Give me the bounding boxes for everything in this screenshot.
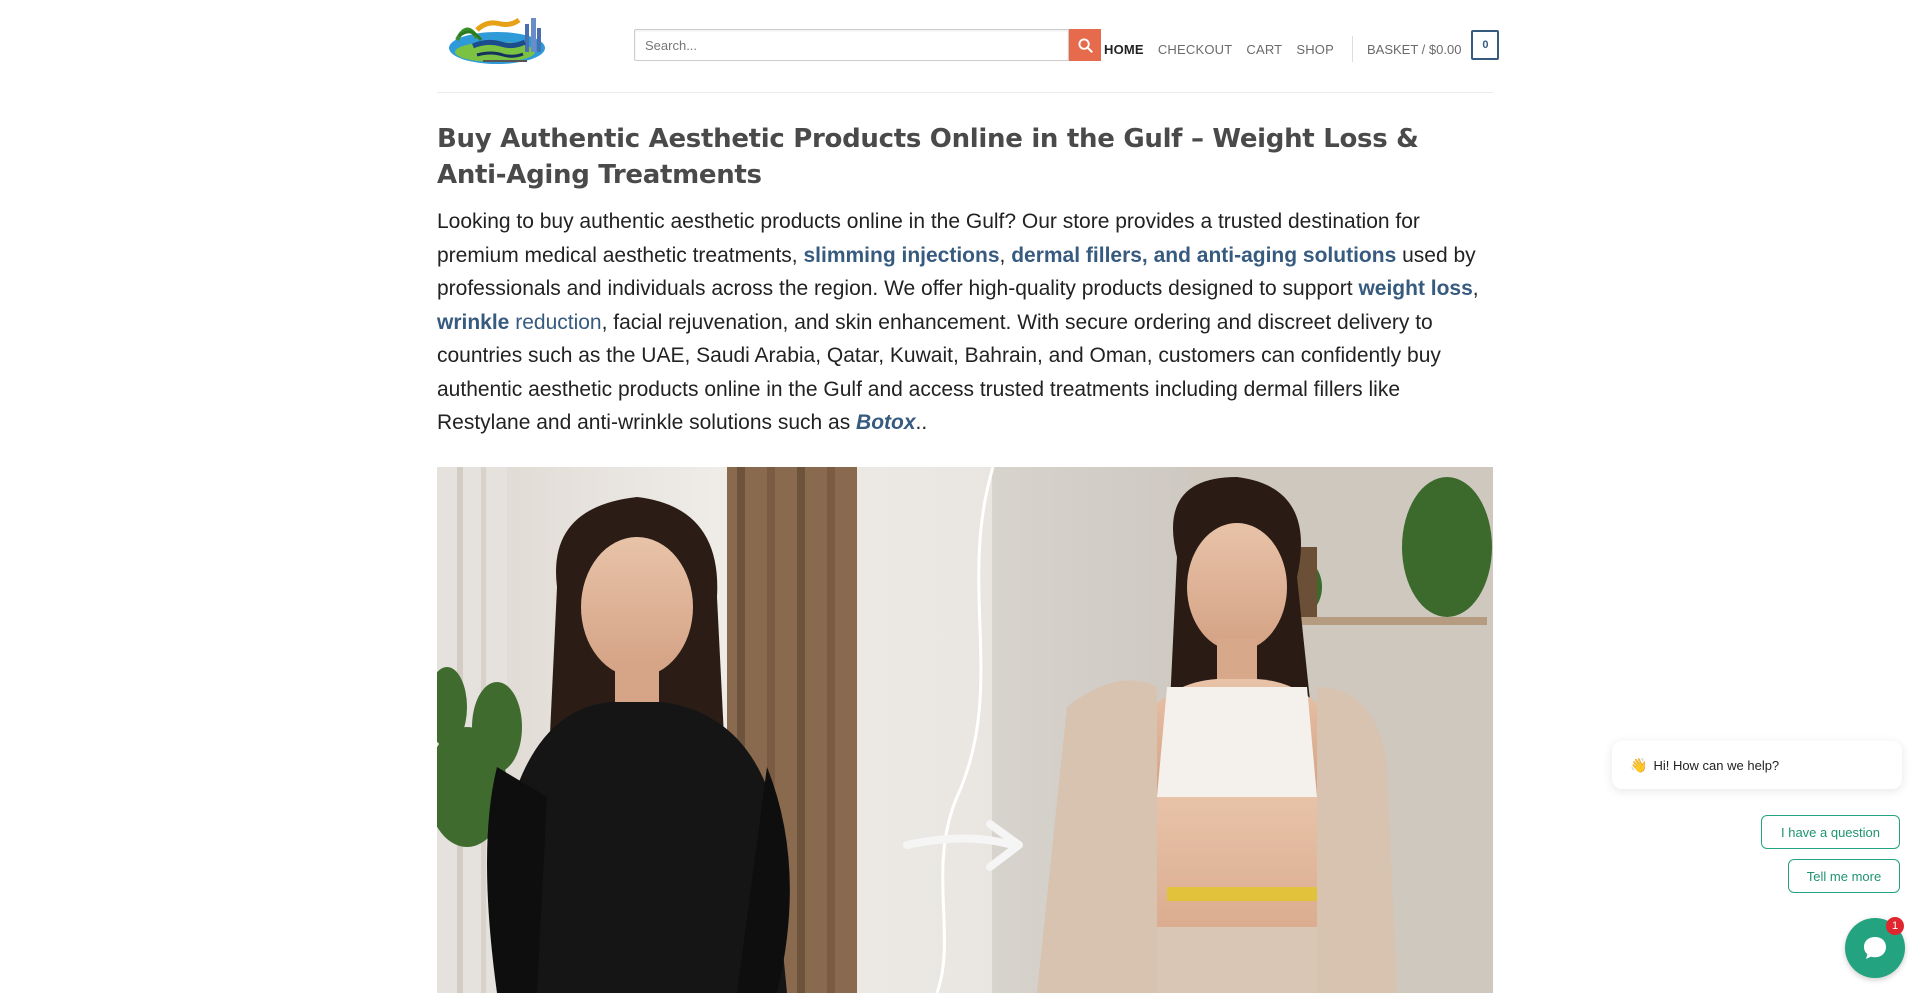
notification-badge: 1 [1886,917,1904,935]
nav-home[interactable]: HOME [1104,42,1144,57]
nav-checkout[interactable]: CHECKOUT [1158,42,1233,57]
search-form [634,29,1101,61]
nav-shop[interactable]: SHOP [1296,42,1334,57]
link-slimming-injections[interactable]: slimming injections [803,244,999,267]
site-logo[interactable] [437,0,575,90]
basket-link[interactable]: BASKET / $0.00 [1367,42,1461,57]
link-reduction[interactable]: reduction [515,311,601,334]
chat-greeting-bubble: 👋 Hi! How can we help? [1612,741,1902,789]
search-icon [1078,37,1093,53]
intro-text: , [1472,277,1479,300]
intro-paragraph: Looking to buy authentic aesthetic produ… [437,205,1493,440]
link-botox[interactable]: Botox [856,411,916,434]
chat-greeting-text: Hi! How can we help? [1653,757,1780,773]
nav-cart[interactable]: CART [1246,42,1282,57]
main-nav: HOME CHECKOUT CART SHOP BASKET / $0.00 0 [1104,30,1500,62]
hero-before-after-image [437,467,1493,993]
page-title: Buy Authentic Aesthetic Products Online … [437,124,1419,190]
nav-divider [1352,36,1353,62]
intro-text: , [999,243,1012,267]
chat-option-question[interactable]: I have a question [1761,815,1900,849]
wave-icon: 👋 [1630,756,1648,773]
chat-icon [1864,937,1886,959]
link-wrinkle[interactable]: wrinkle [437,311,509,334]
site-header: HOME CHECKOUT CART SHOP BASKET / $0.00 0 [437,0,1500,93]
basket-count-icon[interactable]: 0 [1471,30,1500,60]
search-button[interactable] [1069,29,1101,61]
search-input[interactable] [634,29,1070,61]
page-container: HOME CHECKOUT CART SHOP BASKET / $0.00 0… [437,0,1500,993]
intro-text: .. [915,411,928,434]
chat-option-tell-more[interactable]: Tell me more [1788,859,1900,893]
link-weight-loss[interactable]: weight loss [1358,277,1472,300]
link-dermal-fillers[interactable]: dermal fillers, and anti-aging solutions [1011,244,1396,267]
